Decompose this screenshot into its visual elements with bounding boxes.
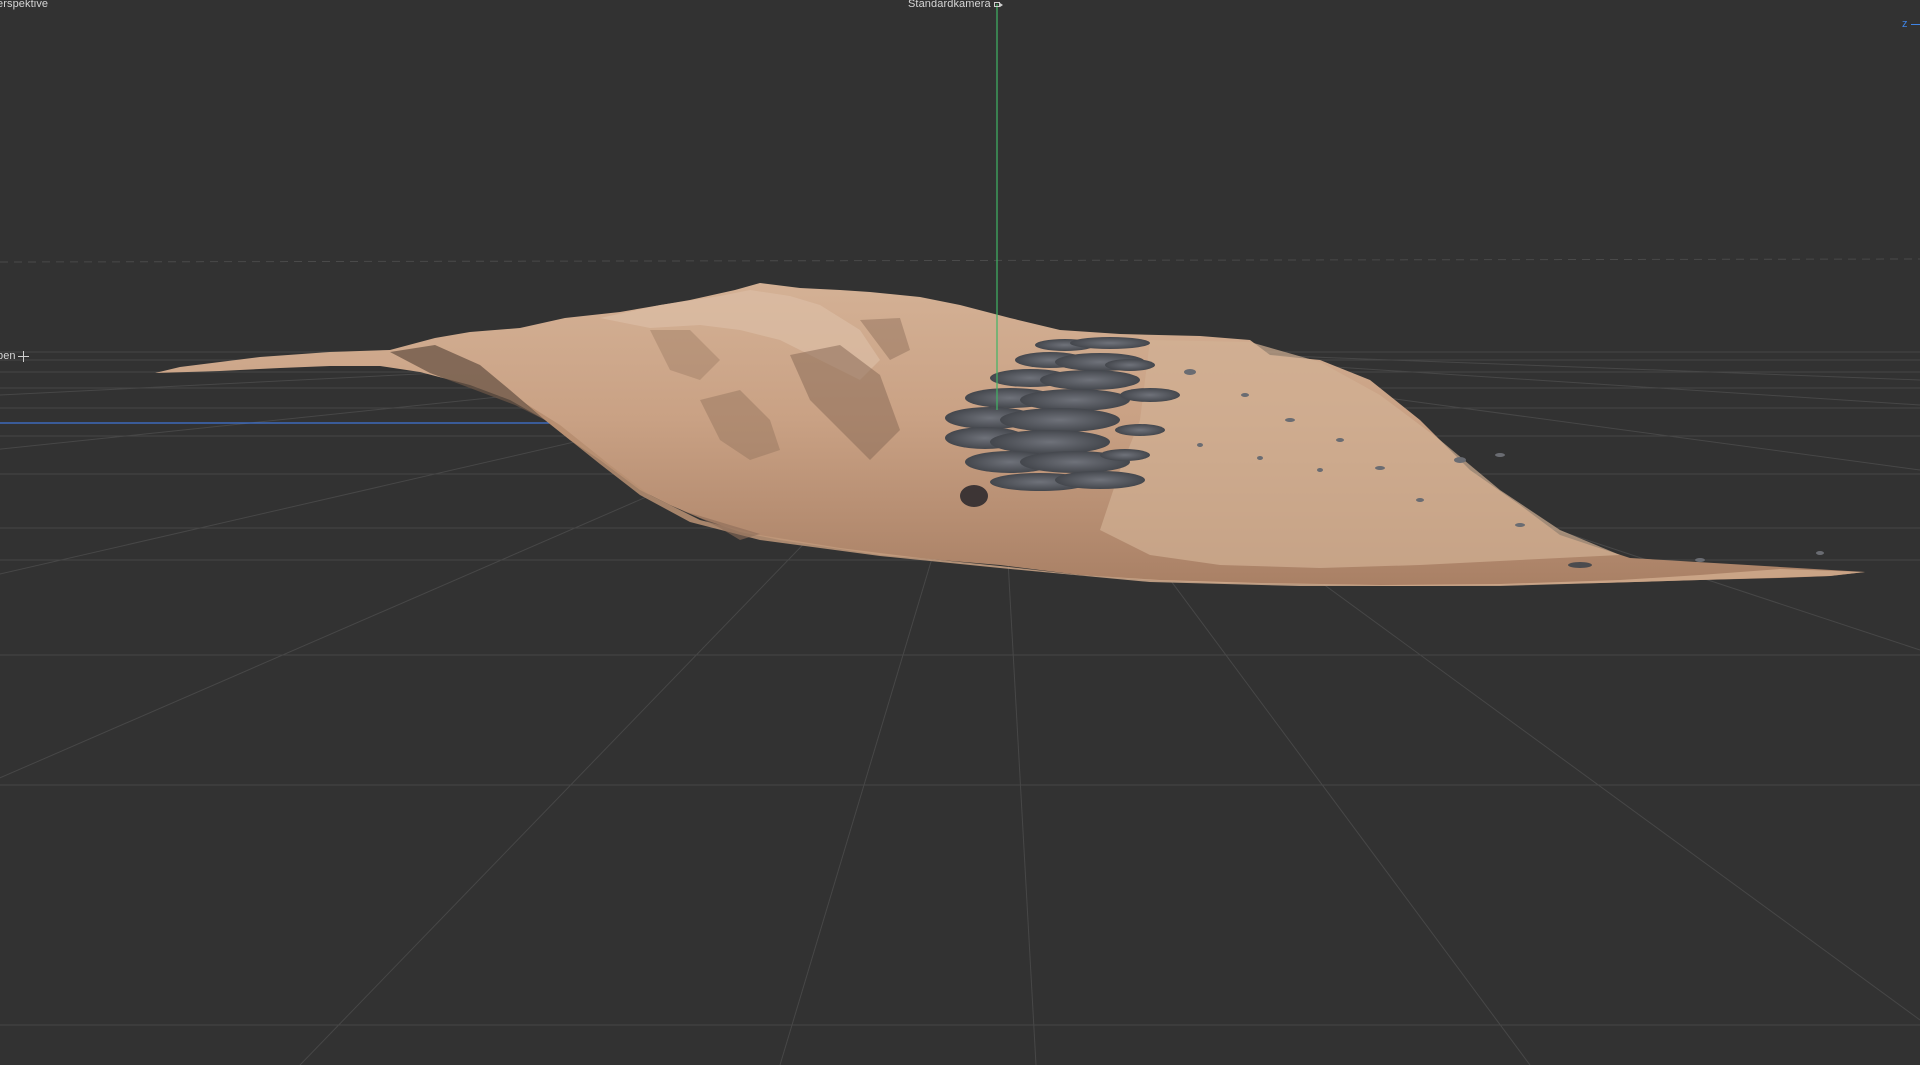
- side-view-text: ben: [0, 350, 16, 362]
- camera-icon: [993, 1, 1003, 8]
- axis-line-icon: [1910, 24, 1920, 25]
- 3d-viewport[interactable]: erspektive Standardkamera z ben: [0, 0, 1920, 1065]
- large-boulder: [960, 485, 988, 507]
- view-name-text: erspektive: [0, 0, 49, 10]
- viewport-canvas[interactable]: [0, 0, 1920, 1065]
- axis-indicator: z: [1902, 18, 1920, 31]
- camera-label: Standardkamera: [908, 0, 991, 10]
- view-name-label[interactable]: erspektive: [0, 0, 48, 11]
- horizon-line: [0, 258, 1920, 263]
- axis-indicator-z: z: [1902, 18, 1908, 30]
- camera-selector[interactable]: Standardkamera: [908, 0, 1003, 11]
- side-view-label[interactable]: ben: [0, 350, 29, 363]
- move-cross-icon[interactable]: [17, 351, 29, 362]
